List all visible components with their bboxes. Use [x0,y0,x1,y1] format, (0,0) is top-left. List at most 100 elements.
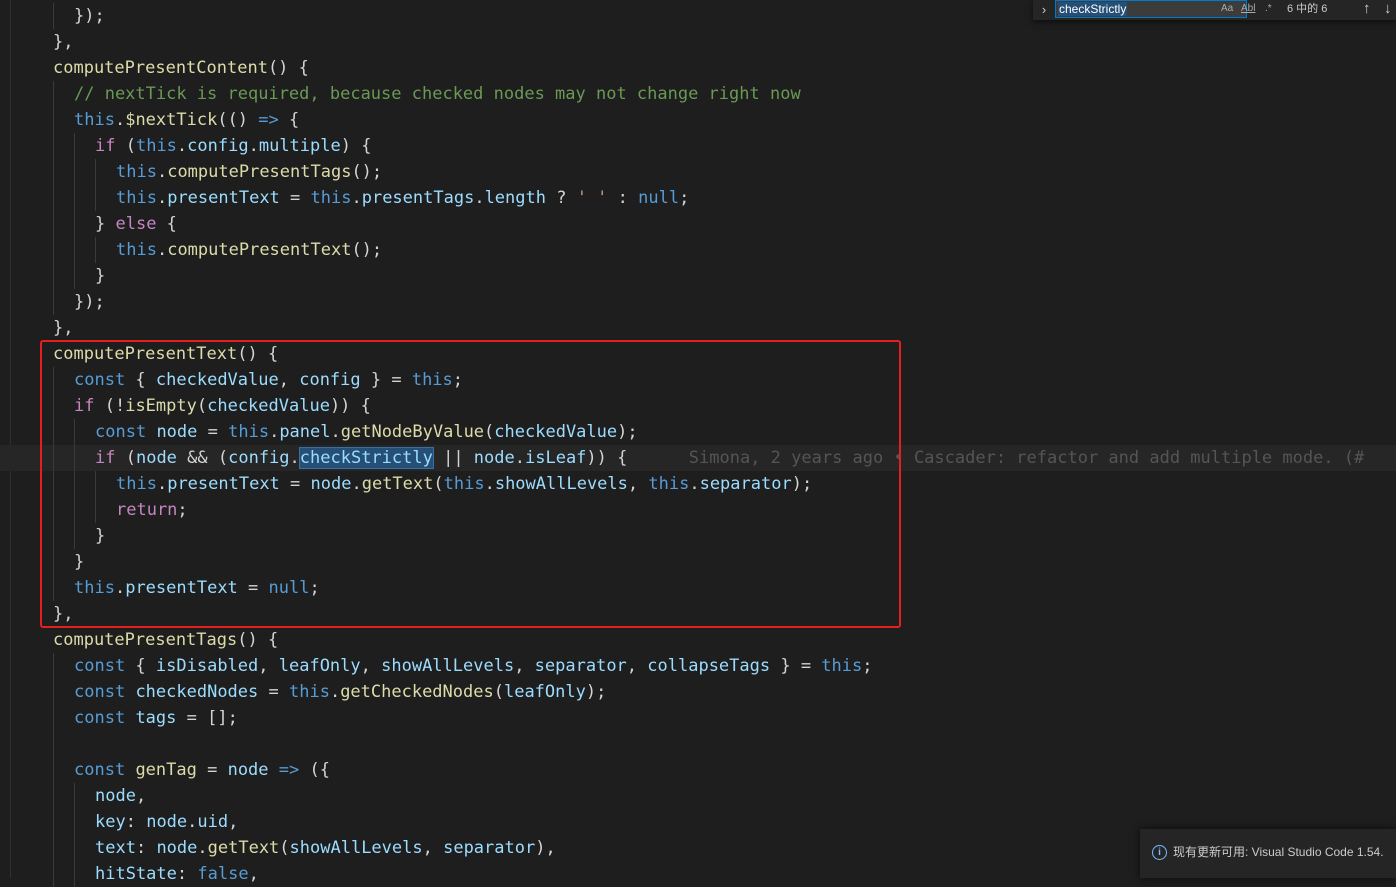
code-token: collapseTags [647,656,771,676]
code-line[interactable]: this.computePresentText(); [0,237,1396,263]
update-notification[interactable]: i 现有更新可用: Visual Studio Code 1.54. [1140,829,1396,878]
code-token: showAllLevels [289,838,423,858]
code-token: tags [135,708,177,728]
code-token: text [95,838,136,858]
code-token: : [176,864,198,884]
code-text: }, [53,29,73,55]
code-token: showAllLevels [494,474,628,494]
code-text: this.presentText = this.presentTags.leng… [116,185,689,211]
code-line[interactable]: }, [0,601,1396,627]
match-case-toggle[interactable]: Aa [1221,2,1233,16]
code-token: separator [699,474,792,494]
indent-guide [74,861,75,887]
code-token: checkedValue [155,370,279,390]
indent-guide [74,185,75,211]
code-line[interactable]: computePresentContent() { [0,55,1396,81]
code-text: }, [53,315,73,341]
code-token: () { [267,58,309,78]
indent-guide [53,393,54,419]
code-text: } [95,263,105,289]
code-line[interactable]: const node = this.panel.getNodeByValue(c… [0,419,1396,445]
indent-guide [53,211,54,237]
code-text: } else { [95,211,177,237]
code-line[interactable]: const genTag = node => ({ [0,757,1396,783]
code-token: false [197,864,249,884]
code-token: else [115,214,157,234]
code-text: }); [74,3,105,29]
code-editor[interactable]: });}, computePresentContent() {// nextTic… [0,0,1396,887]
code-line[interactable]: this.presentText = node.getText(this.sho… [0,471,1396,497]
code-token: { [156,214,177,234]
code-token: null [638,188,680,208]
indent-guide [95,185,96,211]
code-token: ( [196,396,208,416]
code-token: , [627,474,649,494]
code-token: )) { [329,396,371,416]
code-text: this.$nextTick(() => { [74,107,299,133]
code-token: () { [237,344,279,364]
indent-guide [53,835,54,861]
code-line[interactable]: this.presentText = null; [0,575,1396,601]
code-line[interactable]: this.presentText = this.presentTags.leng… [0,185,1396,211]
code-token: }, [53,32,74,52]
code-token: hitState [95,864,177,884]
code-token: node [146,812,188,832]
find-input[interactable]: checkStrictly [1055,0,1247,18]
code-token: = [196,760,228,780]
code-line[interactable]: }, [0,29,1396,55]
code-line[interactable]: const checkedNodes = this.getCheckedNode… [0,679,1396,705]
code-line[interactable]: if (this.config.multiple) { [0,133,1396,159]
indent-guide [53,81,54,107]
chevron-right-icon[interactable]: › [1037,0,1051,20]
code-line[interactable]: } [0,523,1396,549]
indent-guide [74,133,75,159]
code-text: const genTag = node => ({ [74,757,330,783]
indent-guide [74,809,75,835]
indent-guide [74,783,75,809]
code-line[interactable]: }); [0,289,1396,315]
code-line[interactable]: this.$nextTick(() => { [0,107,1396,133]
code-text: // nextTick is required, because checked… [74,81,801,107]
code-token: . [689,474,700,494]
code-token: computePresentTags [53,630,238,650]
code-line[interactable]: } else { [0,211,1396,237]
code-line[interactable]: const { checkedValue, config } = this; [0,367,1396,393]
code-line[interactable]: }, [0,315,1396,341]
code-line[interactable]: } [0,263,1396,289]
indent-guide [74,237,75,263]
info-icon: i [1152,845,1167,860]
indent-guide [53,523,54,549]
code-token: ); [585,682,607,702]
match-count: 6 中的 6 [1287,3,1328,15]
code-line[interactable]: // nextTick is required, because checked… [0,81,1396,107]
code-token: , [422,838,444,858]
code-line[interactable]: } [0,549,1396,575]
code-token: multiple [258,136,341,156]
code-line[interactable]: const tags = []; [0,705,1396,731]
code-token: ); [617,422,638,442]
code-token: uid [197,812,229,832]
code-line[interactable]: if (node && (config.checkStrictly || nod… [0,445,1396,471]
whole-word-toggle[interactable]: Abl [1241,2,1255,16]
code-line[interactable]: node, [0,783,1396,809]
code-token: ; [862,656,873,676]
code-token: () { [237,630,279,650]
code-line[interactable]: const { isDisabled, leafOnly, showAllLev… [0,653,1396,679]
code-lines[interactable]: });}, computePresentContent() {// nextTic… [0,3,1396,887]
code-line[interactable]: computePresentTags() { [0,627,1396,653]
indent-guide [53,3,54,29]
indent-guide [74,445,75,471]
code-token: { [125,656,156,676]
code-token: ) { [340,136,372,156]
code-line[interactable] [0,731,1396,757]
code-line[interactable]: computePresentText() { [0,341,1396,367]
arrow-down-icon[interactable]: ↓ [1384,0,1392,18]
code-token: this [135,136,177,156]
code-line[interactable]: return; [0,497,1396,523]
code-line[interactable]: if (!isEmpty(checkedValue)) { [0,393,1396,419]
regex-toggle[interactable]: .* [1265,2,1272,16]
code-line[interactable]: this.computePresentTags(); [0,159,1396,185]
indent-guide [53,237,54,263]
arrow-up-icon[interactable]: ↑ [1363,0,1371,18]
